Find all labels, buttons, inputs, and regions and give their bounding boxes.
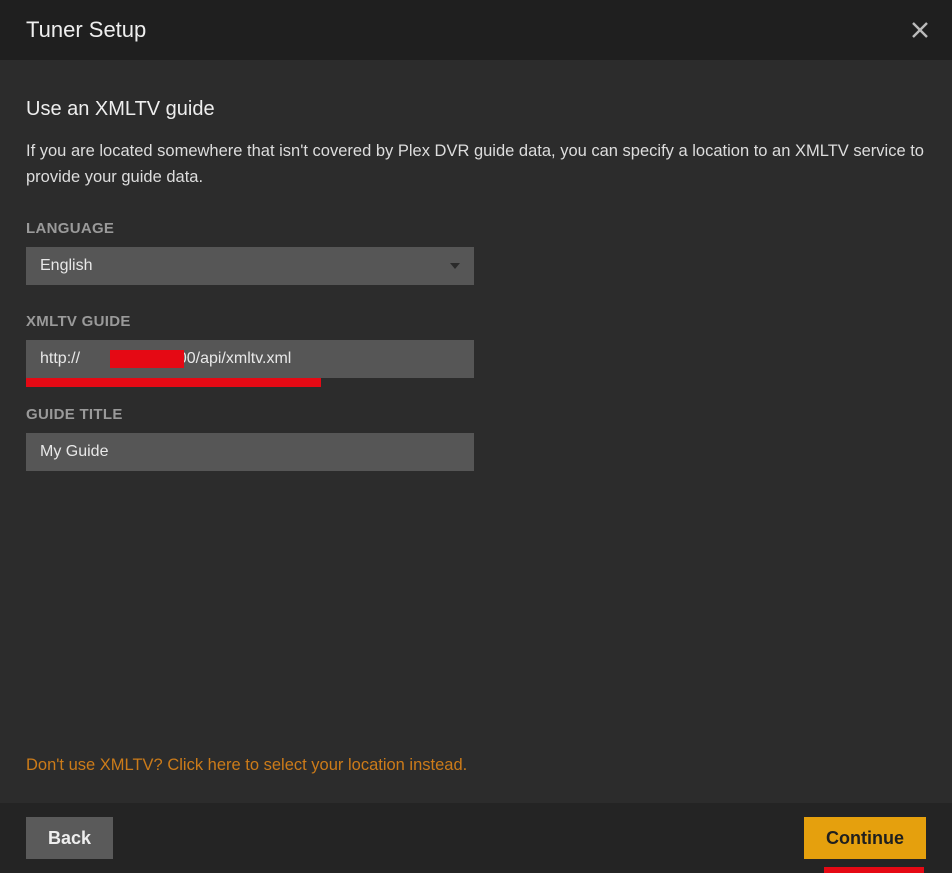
- modal-footer: Back Continue: [0, 803, 952, 873]
- language-select-value: English: [40, 257, 92, 275]
- modal-content: Use an XMLTV guide If you are located so…: [0, 60, 952, 803]
- back-button[interactable]: Back: [26, 817, 113, 859]
- continue-button[interactable]: Continue: [804, 817, 926, 859]
- close-icon: [910, 20, 930, 40]
- redaction-underline: [26, 378, 321, 387]
- guide-title-field: GUIDE TITLE: [26, 406, 926, 471]
- xmltv-guide-field: XMLTV GUIDE: [26, 313, 926, 378]
- close-button[interactable]: [910, 20, 930, 40]
- language-field: LANGUAGE English: [26, 220, 926, 285]
- section-title: Use an XMLTV guide: [26, 98, 926, 121]
- red-edge-decoration: [824, 867, 924, 873]
- xmltv-guide-input[interactable]: [26, 340, 474, 378]
- section-description: If you are located somewhere that isn't …: [26, 139, 926, 190]
- language-label: LANGUAGE: [26, 220, 926, 237]
- language-select[interactable]: English: [26, 247, 474, 285]
- guide-title-label: GUIDE TITLE: [26, 406, 926, 423]
- alternate-location-link[interactable]: Don't use XMLTV? Click here to select yo…: [26, 756, 467, 775]
- modal-title: Tuner Setup: [26, 17, 146, 43]
- chevron-down-icon: [450, 263, 460, 269]
- guide-title-input[interactable]: [26, 433, 474, 471]
- xmltv-guide-label: XMLTV GUIDE: [26, 313, 926, 330]
- modal-header: Tuner Setup: [0, 0, 952, 60]
